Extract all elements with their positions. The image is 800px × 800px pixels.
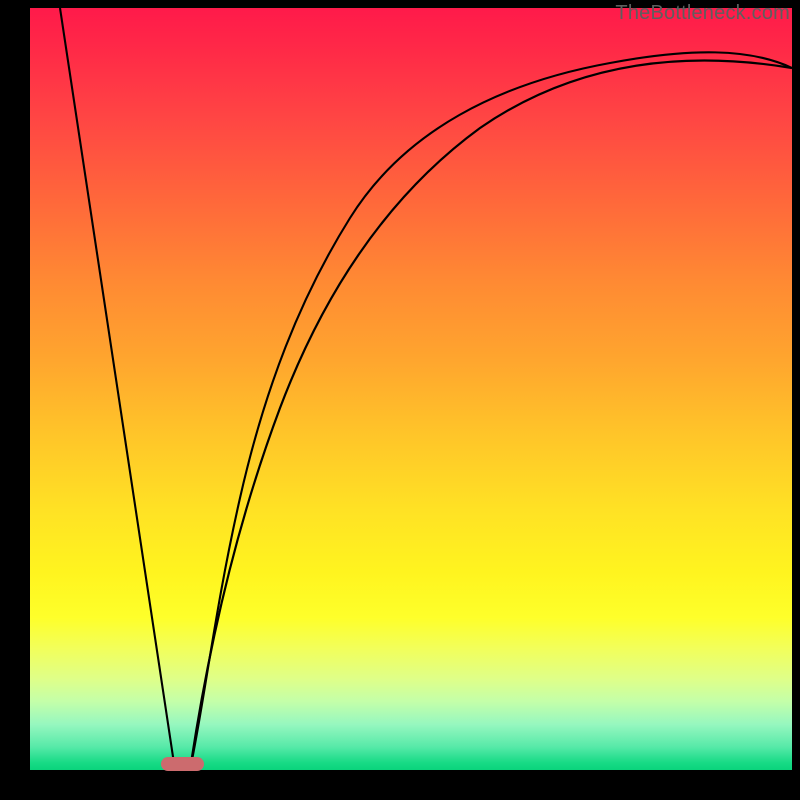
plot-area [30,8,792,770]
curve-right-saturating [190,52,792,770]
curve-left-linear [60,8,175,770]
chart-frame: TheBottleneck.com [0,0,800,800]
optimal-marker [161,757,204,771]
curve-right-saturating-overlay [190,61,792,771]
bottleneck-curve [30,8,792,770]
watermark-text: TheBottleneck.com [615,2,790,25]
